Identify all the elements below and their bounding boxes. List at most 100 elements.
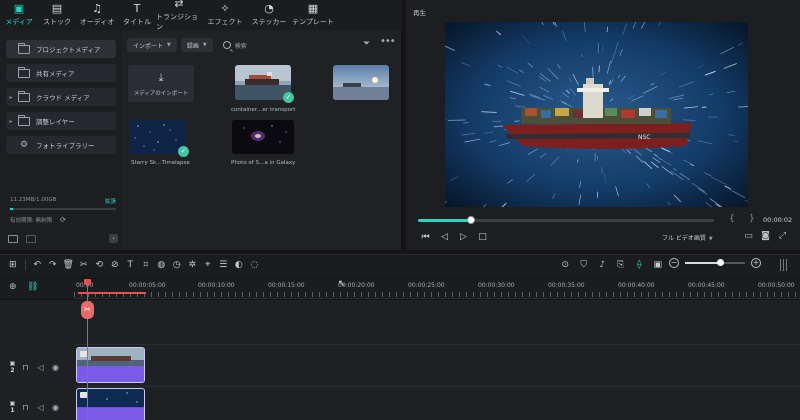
speed-icon[interactable]: ⟲	[92, 260, 108, 270]
tab-sticker[interactable]: ◔ ステッカー	[248, 0, 290, 30]
sidebar-item-project-media[interactable]: プロジェクトメディア	[6, 40, 116, 58]
color-icon[interactable]: ◍	[154, 260, 170, 270]
layout-icon[interactable]: ⊞	[5, 260, 21, 270]
mask-icon[interactable]: ⊘	[107, 260, 123, 270]
import-media-card[interactable]: ⤓ メディアのインポート	[128, 65, 194, 102]
tab-transition[interactable]: ⇄ トランジション	[156, 0, 202, 31]
filter-icon[interactable]: ⏷	[363, 39, 370, 49]
sidebar-item-photo-library[interactable]: ⚙ フォトライブラリー	[6, 136, 116, 154]
search-input[interactable]: 検索	[222, 41, 247, 50]
tab-media[interactable]: ▣ メディア	[0, 0, 38, 30]
stop-icon[interactable]: □	[473, 232, 492, 242]
display-icon[interactable]: ▭	[740, 231, 757, 241]
microphone-icon[interactable]: ♪	[593, 260, 612, 270]
sidebar-item-shared-media[interactable]: 共有メディア	[6, 64, 116, 82]
crop-icon[interactable]: ⌗	[138, 260, 154, 270]
media-item-harbor[interactable]	[333, 65, 389, 100]
stabilize-icon[interactable]: ✲	[185, 260, 201, 270]
ruler-label: 00:00:05:00	[129, 282, 166, 289]
media-item-galaxy[interactable]	[232, 120, 294, 154]
media-item-starry-sky[interactable]: ✓	[130, 120, 189, 157]
more-options-icon[interactable]: •••	[380, 36, 396, 47]
tab-effect-label: エフェクト	[207, 18, 243, 26]
track-header-top: ⊕ ⛓	[0, 279, 74, 299]
eye-icon[interactable]: ◉	[48, 363, 63, 372]
tab-effect[interactable]: ✧ エフェクト	[202, 0, 248, 30]
grip-icon[interactable]	[780, 259, 788, 271]
scissors-icon[interactable]: ✂	[81, 301, 94, 319]
time-ruler[interactable]: 00:00 00:00:05:00 00:00:10:00 00:00:15:0…	[74, 279, 800, 299]
mark-out-icon[interactable]: }	[749, 214, 755, 224]
undo-icon[interactable]: ↶	[30, 260, 46, 270]
media-item-container-ship[interactable]: ✓	[235, 65, 294, 103]
camera-icon[interactable]: ◙	[757, 231, 774, 241]
volume-icon[interactable]: ◁	[33, 403, 48, 412]
video-preview[interactable]: NSC	[445, 22, 748, 207]
folder-icon	[18, 42, 30, 54]
redo-icon[interactable]: ↷	[45, 260, 61, 270]
zoom-handle[interactable]	[716, 259, 724, 266]
timer-icon[interactable]: ◷	[169, 260, 185, 270]
mark-in-icon[interactable]: {	[729, 214, 735, 224]
tab-stock[interactable]: ▤ ストック	[38, 0, 76, 30]
link-icon[interactable]: ⛓	[27, 282, 38, 292]
folder-icon	[18, 90, 30, 102]
lock-icon[interactable]: ⊓	[18, 403, 33, 412]
lock-icon[interactable]: ⊓	[18, 363, 33, 372]
preview-scrubber[interactable]	[418, 216, 714, 224]
tab-stock-label: ストック	[43, 18, 71, 26]
marker-icon[interactable]: ⛉	[575, 260, 594, 270]
timeline-tracks: ▣ 2 ⊓ ◁ ◉ ▣ 1 ⊓ ◁ ◉	[0, 300, 800, 420]
quality-dropdown[interactable]: フル ビデオ画質 ▼	[662, 233, 713, 242]
sidebar-item-adjustment-layer[interactable]: ▸ 調整レイヤー	[6, 112, 116, 130]
checkmark-icon: ✓	[178, 146, 189, 157]
track-number: ▣ 2	[9, 360, 16, 374]
sort-filter-dropdown[interactable]: 録画 ▼	[180, 38, 213, 52]
step-back-icon[interactable]: ◁	[435, 232, 454, 242]
import-filter-dropdown[interactable]: インポート ▼	[127, 38, 177, 52]
voiceover-icon[interactable]: ⎘	[612, 260, 631, 270]
new-folder-icon[interactable]	[8, 234, 18, 243]
folder-icon[interactable]	[26, 234, 36, 243]
adjust-icon[interactable]: ☰	[216, 260, 232, 270]
star-trail	[597, 43, 600, 53]
refresh-icon[interactable]: ⟳	[60, 216, 66, 224]
scrubber-handle[interactable]	[467, 216, 476, 224]
render-icon[interactable]: ⊙	[556, 260, 575, 270]
add-track-icon[interactable]: ⊕	[9, 282, 17, 292]
playhead-handle[interactable]	[84, 279, 91, 285]
pip-icon[interactable]: ▣	[649, 260, 668, 270]
snap-icon[interactable]: ⟠	[630, 260, 649, 270]
silence-detect-icon[interactable]: ◐	[231, 260, 247, 270]
fullscreen-icon[interactable]: ⤢	[774, 231, 791, 241]
previous-frame-icon[interactable]: ⏮	[416, 232, 435, 242]
track-number: ▣ 1	[9, 400, 16, 414]
tab-template[interactable]: ▦ テンプレート	[290, 0, 336, 30]
text-icon[interactable]: T	[123, 260, 139, 270]
volume-icon[interactable]: ◁	[33, 363, 48, 372]
ai-cutout-icon[interactable]: ⌖	[200, 260, 216, 270]
folder-icon	[18, 66, 30, 78]
eye-icon[interactable]: ◉	[48, 403, 63, 412]
collapse-sidebar-icon[interactable]: ‹	[109, 234, 118, 243]
motion-icon[interactable]: ◌	[247, 260, 263, 270]
play-icon[interactable]: ▷	[454, 232, 473, 242]
zoom-track[interactable]	[685, 259, 745, 266]
video-frame: NSC	[445, 22, 748, 207]
delete-icon[interactable]: 🗑	[61, 260, 77, 270]
tab-title[interactable]: T タイトル	[118, 0, 156, 30]
chevron-right-icon[interactable]: ▸	[6, 118, 16, 125]
ruler-label: 00:00:10:00	[198, 282, 235, 289]
media-item-label: container…er transport	[231, 107, 296, 113]
sidebar-item-cloud-media[interactable]: ▸ クラウド メディア	[6, 88, 116, 106]
zoom-out-icon[interactable]: −	[669, 258, 679, 268]
tab-audio[interactable]: ♫ オーディオ	[76, 0, 118, 30]
split-icon[interactable]: ✂	[76, 260, 92, 270]
chevron-right-icon[interactable]: ▸	[6, 94, 16, 101]
zoom-slider[interactable]: − +	[669, 258, 761, 268]
storage-expand-link[interactable]: 拡張	[105, 197, 116, 205]
sidebar-item-label: プロジェクトメディア	[36, 46, 101, 54]
preview-title: 再生	[413, 9, 426, 17]
track-number-value: 2	[10, 367, 15, 374]
zoom-in-icon[interactable]: +	[751, 258, 761, 268]
